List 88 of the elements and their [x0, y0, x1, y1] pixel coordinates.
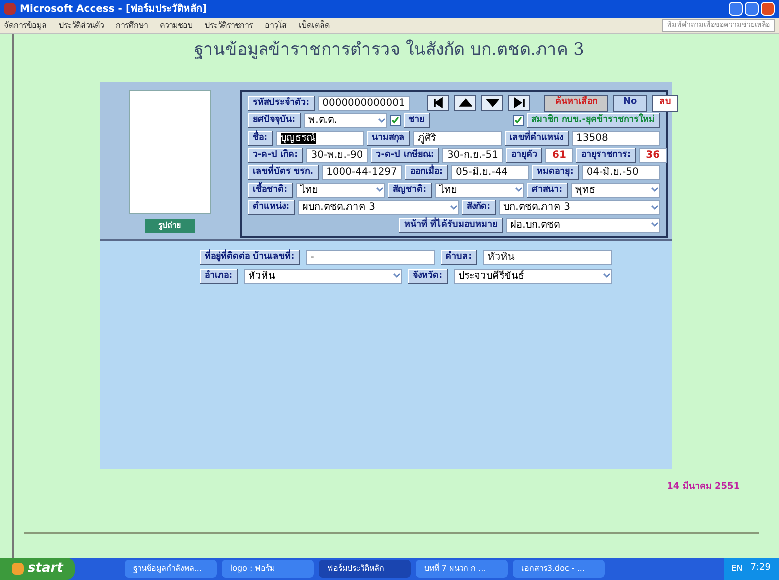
option-label: สมาชิก กบข.-ยุคข้าราชการใหม่: [526, 113, 660, 128]
text-field[interactable]: ภู่ศิริ: [413, 130, 502, 146]
dropdown-field[interactable]: ฝอ.บก.ตชด: [506, 218, 660, 233]
text-field[interactable]: 1000-44-1297: [322, 165, 402, 180]
chevron-down-icon: [378, 118, 386, 124]
text-field[interactable]: 13508: [572, 130, 660, 146]
field-label: ว-ด-ป เกษียณ:: [371, 148, 440, 164]
menu-item[interactable]: ประวัติส่วนตัว: [59, 20, 104, 32]
taskbar-item[interactable]: บทที่ 7 ผนวก ก ...: [416, 560, 508, 578]
first-record-icon: [432, 97, 445, 109]
text-field[interactable]: หัวหิน: [483, 250, 612, 264]
close-button[interactable]: [761, 2, 775, 16]
field-label: ศาสนา:: [527, 182, 568, 198]
text-field[interactable]: 05-มิ.ย.-44: [451, 165, 530, 180]
form-heading: ฐานข้อมูลข้าราชการตำรวจ ในสังกัด บก.ตชด.ภาค 3: [194, 38, 586, 62]
field-label: เลขที่บัตร ขรก.: [248, 165, 319, 180]
field-label: ชื่อ:: [248, 130, 273, 146]
dropdown-field[interactable]: ประจวบคีรีขันธ์: [454, 268, 612, 284]
record-navigation-button[interactable]: [454, 95, 476, 111]
taskbar-item[interactable]: ฟอร์มประวัติหลัก: [319, 560, 412, 578]
chevron-down-icon: [651, 204, 659, 211]
checkbox[interactable]: [512, 115, 524, 126]
field-label: อายุตัว: [506, 148, 542, 164]
record-navigation-button[interactable]: [427, 95, 450, 111]
field-label: สังกัด:: [462, 200, 496, 216]
down-triangle-icon: [486, 97, 499, 109]
field-label: ตำแหน่ง:: [248, 200, 295, 216]
dropdown-field[interactable]: บก.ตชด.ภาค 3: [498, 200, 660, 216]
text-field[interactable]: 30-พ.ย.-90: [306, 148, 368, 164]
menu-item[interactable]: ความชอบ: [160, 20, 193, 32]
record-navigation-button[interactable]: [508, 95, 530, 111]
field-label: ยศปัจจุบัน:: [248, 113, 301, 128]
dropdown-field[interactable]: ไทย: [434, 182, 524, 198]
action-button[interactable]: ลบ: [652, 94, 678, 112]
text-field[interactable]: 04-มิ.ย.-50: [582, 165, 660, 180]
window-title: Microsoft Access - [ฟอร์มประวัติหลัก]: [20, 2, 208, 16]
field-label: สัญชาติ:: [388, 182, 432, 198]
field-label: นามสกุล: [367, 130, 410, 146]
taskbar-item[interactable]: logo : ฟอร์ม: [222, 560, 314, 578]
up-triangle-icon: [458, 97, 472, 109]
chevron-down-icon: [603, 273, 611, 279]
menu-item[interactable]: การศึกษา: [116, 20, 148, 32]
chevron-down-icon: [450, 204, 458, 211]
field-label: อำเภอ:: [200, 268, 238, 284]
dropdown-field[interactable]: ผบก.ตชด.ภาค 3: [298, 200, 459, 216]
chevron-down-icon: [515, 187, 523, 194]
field-label: เชื้อชาติ:: [248, 182, 293, 198]
field-label: ชาย: [404, 113, 430, 128]
field-label: จังหวัด:: [408, 268, 448, 284]
field-label: หน้าที่ ที่ได้รับมอบหมาย: [399, 218, 503, 233]
dropdown-field[interactable]: หัวหิน: [244, 268, 402, 284]
menu-item[interactable]: อาวุโส: [265, 20, 287, 32]
last-record-icon: [512, 97, 526, 109]
menu-item[interactable]: เบ็ดเตล็ด: [299, 20, 330, 32]
taskbar-item[interactable]: ฐานข้อมูลกำลังพล...: [125, 560, 218, 578]
field-label: หมดอายุ:: [532, 165, 579, 180]
menu-item[interactable]: จัดการข้อมูล: [4, 20, 47, 32]
chevron-down-icon: [393, 273, 401, 279]
clock: 7:29: [750, 562, 771, 576]
text-field[interactable]: 0000000000001: [318, 96, 410, 110]
checkbox[interactable]: [390, 115, 401, 126]
field-label: ว-ด-ป เกิด:: [248, 148, 304, 164]
field-label: ออกเมื่อ:: [405, 165, 448, 180]
action-button[interactable]: No: [613, 94, 648, 112]
field-label: อายุราชการ:: [576, 148, 636, 164]
start-button[interactable]: start: [0, 558, 76, 580]
dropdown-field[interactable]: พุทธ: [570, 182, 660, 198]
chevron-down-icon: [651, 187, 659, 194]
menu-item[interactable]: ประวัติราชการ: [205, 20, 253, 32]
field-label: ตำบล:: [440, 250, 478, 264]
photo-button[interactable]: รูปถ่าย: [145, 219, 195, 233]
text-field[interactable]: -: [306, 250, 435, 264]
field-label: ที่อยู่ที่ติดต่อ บ้านเลขที่:: [200, 250, 300, 264]
dropdown-field[interactable]: พ.ต.ต.: [304, 113, 387, 128]
text-field[interactable]: บุญธรณ์: [276, 130, 364, 146]
date-text: 14 มีนาคม 2551: [667, 481, 740, 494]
maximize-button[interactable]: [745, 2, 759, 16]
text-field[interactable]: 30-ก.ย.-51: [442, 148, 504, 164]
minimize-button[interactable]: [729, 2, 743, 16]
field-label: เลขที่ตำแหน่ง: [504, 130, 569, 146]
field-label: รหัสประจำตัว:: [248, 96, 315, 110]
chevron-down-icon: [651, 222, 660, 228]
number-field: 61: [545, 148, 574, 164]
dropdown-field[interactable]: ไทย: [296, 182, 385, 198]
number-field: 36: [639, 148, 668, 164]
record-navigation-button[interactable]: [481, 95, 504, 111]
taskbar-item[interactable]: เอกสาร3.doc - ...: [513, 560, 606, 578]
chevron-down-icon: [376, 187, 384, 194]
